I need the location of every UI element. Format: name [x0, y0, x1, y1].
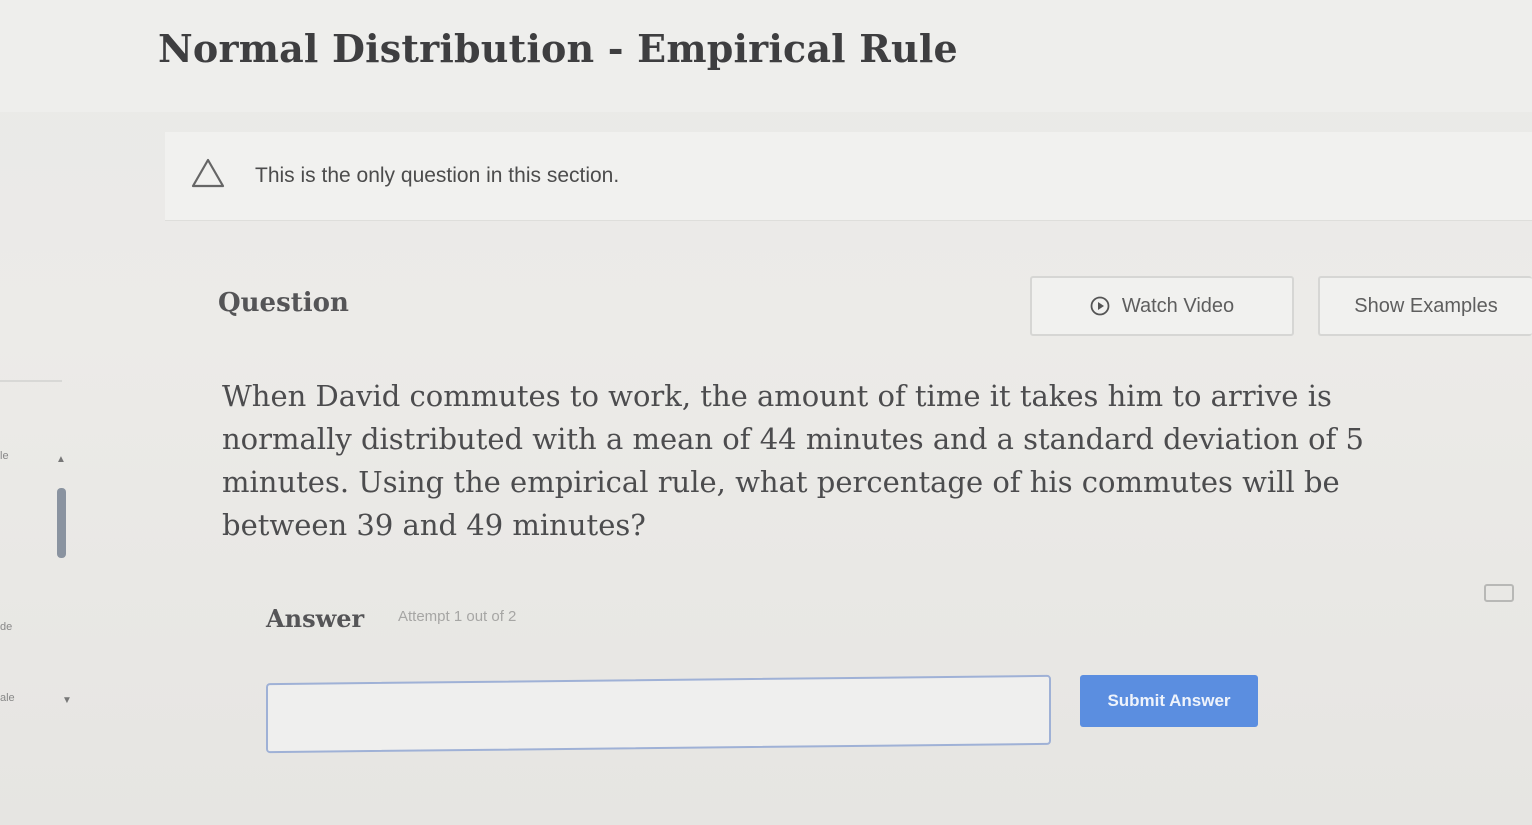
watch-video-button[interactable]: Watch Video — [1030, 276, 1294, 336]
watch-video-label: Watch Video — [1121, 294, 1235, 317]
notice-banner: This is the only question in this sectio… — [165, 132, 1532, 221]
play-circle-icon — [1090, 296, 1110, 316]
notice-text: This is the only question in this sectio… — [255, 164, 620, 187]
keyboard-icon[interactable] — [1484, 584, 1514, 602]
warning-triangle-icon — [191, 158, 225, 188]
caret-down-icon[interactable]: ▼ — [62, 695, 72, 706]
submit-answer-button[interactable]: Submit Answer — [1080, 675, 1258, 727]
rail-label[interactable]: ale — [0, 692, 15, 704]
page-title: Normal Distribution - Empirical Rule — [158, 26, 958, 71]
show-examples-label: Show Examples — [1354, 294, 1498, 317]
left-sidebar-rail: le ▲ de ale ▼ — [0, 258, 72, 825]
header-band: Normal Distribution - Empirical Rule — [0, 0, 1532, 112]
answer-heading: Answer — [266, 604, 365, 633]
question-text: When David commutes to work, the amount … — [222, 379, 1364, 542]
rail-divider — [0, 380, 62, 382]
caret-up-icon[interactable]: ▲ — [56, 454, 66, 465]
question-heading: Question — [218, 288, 349, 318]
scroll-indicator[interactable] — [57, 488, 66, 558]
attempt-counter: Attempt 1 out of 2 — [398, 608, 517, 625]
rail-label[interactable]: le — [0, 450, 9, 462]
show-examples-button[interactable]: Show Examples — [1318, 276, 1532, 336]
rail-label[interactable]: de — [0, 621, 12, 633]
answer-input[interactable] — [266, 674, 1051, 754]
